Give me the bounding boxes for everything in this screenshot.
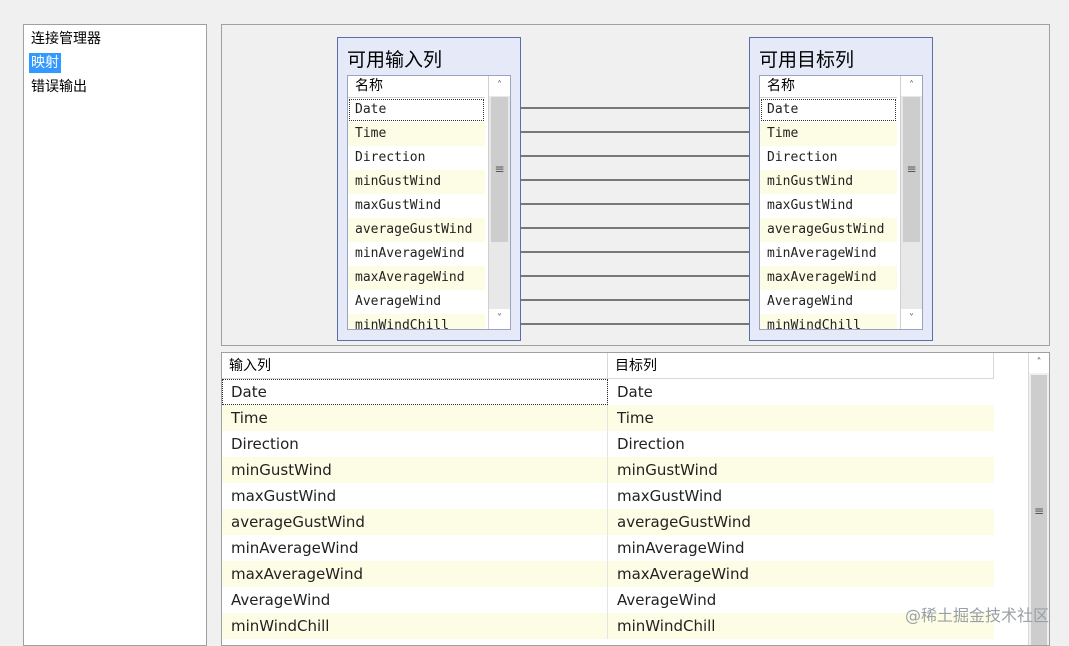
grid-header-dest[interactable]: 目标列 xyxy=(608,353,994,379)
input-column-cell[interactable]: minAverageWind xyxy=(222,535,608,561)
input-column-item[interactable]: minGustWind xyxy=(348,170,485,194)
grip-icon: ≡ xyxy=(906,162,917,176)
table-row[interactable]: minGustWind minGustWind xyxy=(222,457,994,483)
dest-column-item[interactable]: minAverageWind xyxy=(760,242,897,266)
input-list-scrollbar[interactable]: ˄ ≡ ˅ xyxy=(488,76,510,329)
table-row[interactable]: maxGustWind maxGustWind xyxy=(222,483,994,509)
dest-column-cell[interactable]: minGustWind xyxy=(608,457,994,483)
dest-column-item[interactable]: AverageWind xyxy=(760,290,897,314)
table-row[interactable]: AverageWind AverageWind xyxy=(222,587,994,613)
input-column-cell[interactable]: AverageWind xyxy=(222,587,608,613)
dest-column-item[interactable]: Time xyxy=(760,122,897,146)
input-column-item[interactable]: Time xyxy=(348,122,485,146)
input-column-item[interactable]: minAverageWind xyxy=(348,242,485,266)
chevron-up-icon[interactable]: ˄ xyxy=(901,76,922,96)
dest-table-title: 可用目标列 xyxy=(759,49,855,71)
input-column-cell[interactable]: maxAverageWind xyxy=(222,561,608,587)
grid-header-input[interactable]: 输入列 xyxy=(222,353,608,379)
table-row[interactable]: Date Date xyxy=(222,379,994,405)
chevron-up-icon[interactable]: ˄ xyxy=(1029,353,1049,373)
chevron-down-icon[interactable]: ˅ xyxy=(489,309,510,329)
chevron-down-icon[interactable]: ˅ xyxy=(901,309,922,329)
dest-column-item[interactable]: Direction xyxy=(760,146,897,170)
input-column-item[interactable]: maxGustWind xyxy=(348,194,485,218)
chevron-up-icon[interactable]: ˄ xyxy=(489,76,510,96)
input-columns-table[interactable]: 可用输入列 名称 Date Time Direction minGustWind max… xyxy=(337,37,521,341)
table-row[interactable]: maxAverageWind maxAverageWind xyxy=(222,561,994,587)
dest-column-item[interactable]: Date xyxy=(760,98,897,122)
dest-list-header: 名称 xyxy=(760,76,897,98)
input-column-cell[interactable]: minWindChill xyxy=(222,613,608,639)
grip-icon: ≡ xyxy=(494,162,505,176)
input-list-scroll-thumb[interactable]: ≡ xyxy=(491,97,508,242)
input-column-item[interactable]: Date xyxy=(348,98,485,122)
input-column-item[interactable]: Direction xyxy=(348,146,485,170)
input-column-item[interactable]: averageGustWind xyxy=(348,218,485,242)
dest-column-item[interactable]: maxGustWind xyxy=(760,194,897,218)
dest-column-cell[interactable]: maxAverageWind xyxy=(608,561,994,587)
dest-column-cell[interactable]: averageGustWind xyxy=(608,509,994,535)
input-column-cell[interactable]: averageGustWind xyxy=(222,509,608,535)
dest-column-cell[interactable]: Time xyxy=(608,405,994,431)
nav-panel: 连接管理器 映射 错误输出 xyxy=(23,24,207,646)
input-column-cell[interactable]: Direction xyxy=(222,431,608,457)
table-row[interactable]: minWindChill minWindChill xyxy=(222,613,994,639)
nav-item-connection-manager[interactable]: 连接管理器 xyxy=(29,29,103,49)
nav-item-error-output[interactable]: 错误输出 xyxy=(29,77,89,97)
input-column-cell[interactable]: minGustWind xyxy=(222,457,608,483)
input-table-title: 可用输入列 xyxy=(347,49,443,71)
input-column-item[interactable]: minWindChill xyxy=(348,314,485,329)
dest-column-item[interactable]: minGustWind xyxy=(760,170,897,194)
dest-column-cell[interactable]: Direction xyxy=(608,431,994,457)
mapping-diagram: 可用输入列 名称 Date Time Direction minGustWind max… xyxy=(221,24,1050,346)
input-column-item[interactable]: maxAverageWind xyxy=(348,266,485,290)
input-column-cell[interactable]: maxGustWind xyxy=(222,483,608,509)
nav-item-mappings[interactable]: 映射 xyxy=(29,53,61,73)
table-row[interactable]: minAverageWind minAverageWind xyxy=(222,535,994,561)
dest-column-cell[interactable]: maxGustWind xyxy=(608,483,994,509)
table-row[interactable]: averageGustWind averageGustWind xyxy=(222,509,994,535)
dest-list-scrollbar[interactable]: ˄ ≡ ˅ xyxy=(900,76,922,329)
dest-column-cell[interactable]: minAverageWind xyxy=(608,535,994,561)
dest-list-scroll-thumb[interactable]: ≡ xyxy=(903,97,920,242)
input-list-header: 名称 xyxy=(348,76,485,98)
dest-columns-list[interactable]: 名称 Date Time Direction minGustWind maxGustWi… xyxy=(759,75,923,330)
watermark: @稀土掘金技术社区 xyxy=(904,606,1049,625)
table-row[interactable]: Time Time xyxy=(222,405,994,431)
table-row[interactable]: Direction Direction xyxy=(222,431,994,457)
input-column-cell[interactable]: Time xyxy=(222,405,608,431)
input-column-cell[interactable]: Date xyxy=(222,379,608,405)
grip-icon: ≡ xyxy=(1033,504,1045,518)
dest-column-cell[interactable]: Date xyxy=(608,379,994,405)
input-columns-list[interactable]: 名称 Date Time Direction minGustWind maxGustWi… xyxy=(347,75,511,330)
dest-column-item[interactable]: minWindChill xyxy=(760,314,897,329)
dest-column-item[interactable]: maxAverageWind xyxy=(760,266,897,290)
input-column-item[interactable]: AverageWind xyxy=(348,290,485,314)
dest-columns-table[interactable]: 可用目标列 名称 Date Time Direction minGustWind max… xyxy=(749,37,933,341)
dest-column-item[interactable]: averageGustWind xyxy=(760,218,897,242)
